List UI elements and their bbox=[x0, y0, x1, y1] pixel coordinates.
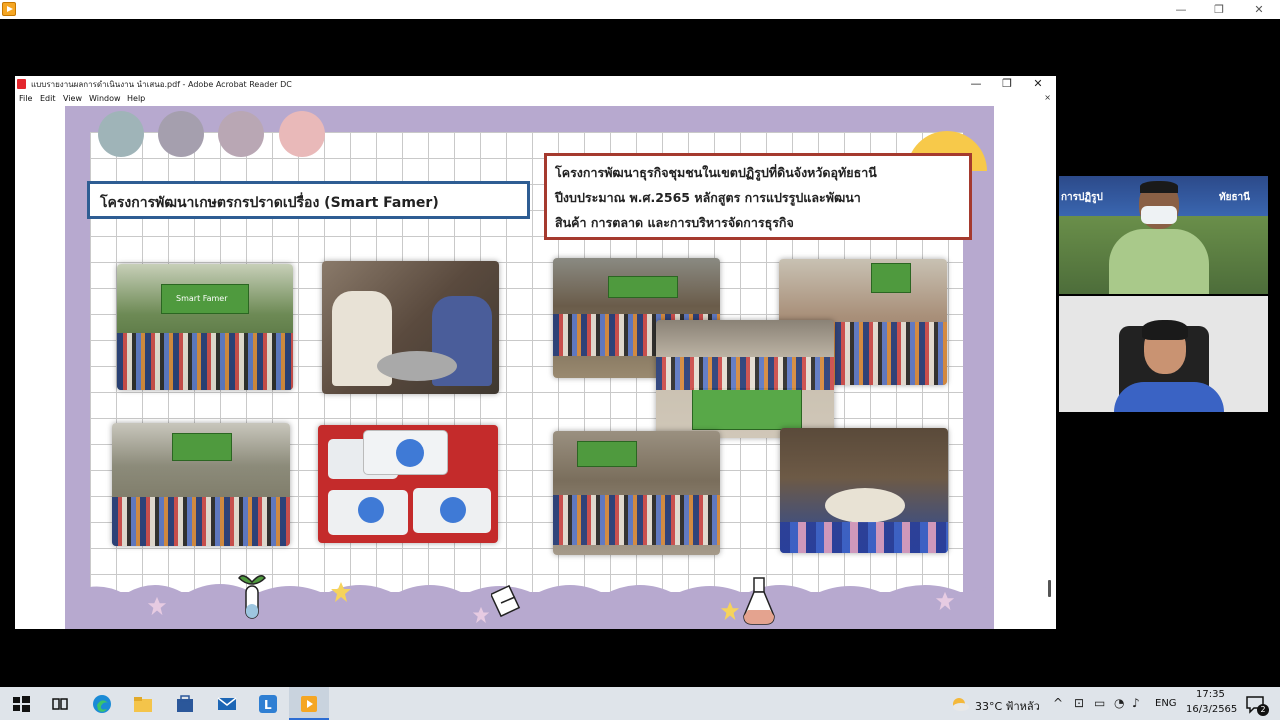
color-swatch bbox=[98, 111, 144, 157]
battery-icon[interactable]: ▭ bbox=[1094, 696, 1105, 710]
star-icon bbox=[935, 591, 955, 611]
player-maximize-button[interactable]: ❐ bbox=[1200, 0, 1238, 19]
media-player-icon[interactable] bbox=[298, 693, 320, 715]
photo-meeting-room bbox=[112, 423, 290, 546]
menu-help[interactable]: Help bbox=[127, 94, 145, 103]
photo-banner bbox=[577, 441, 637, 467]
player-title-bar: — ❐ ✕ bbox=[0, 0, 1280, 19]
star-icon bbox=[147, 596, 167, 616]
photo-people bbox=[780, 521, 948, 553]
mail-icon[interactable] bbox=[216, 693, 238, 715]
acrobat-title-bar: แบบรายงานผลการดำเนินงาน นำเสนอ.pdf - Ado… bbox=[15, 76, 1056, 92]
document-close-button[interactable]: × bbox=[1044, 93, 1051, 102]
photo-food-preparation bbox=[780, 428, 948, 553]
acrobat-restore-button[interactable]: ❐ bbox=[992, 76, 1022, 92]
photo-banner bbox=[608, 276, 678, 298]
windows-taskbar: L 33°C ฟ้าหลัว ^ ⊡ ▭ ◔ ♪ ENG 17:35 16/3/… bbox=[0, 687, 1280, 720]
star-icon bbox=[331, 582, 351, 602]
menu-window[interactable]: Window bbox=[89, 94, 121, 103]
slide-title-right-line: โครงการพัฒนาธุรกิจชุมชนในเขตปฏิรูปที่ดิน… bbox=[555, 165, 877, 180]
slide-title-left: โครงการพัฒนาเกษตรกรปราดเปรื่อง (Smart Fa… bbox=[87, 181, 530, 219]
acrobat-close-button[interactable]: ✕ bbox=[1023, 76, 1053, 92]
weather-icon[interactable] bbox=[948, 693, 970, 715]
chevron-up-icon[interactable]: ^ bbox=[1053, 696, 1063, 710]
slide-title-right-line: ปีงบประมาณ พ.ศ.2565 หลักสูตร การแปรรูปแล… bbox=[555, 190, 861, 205]
task-view-icon[interactable] bbox=[49, 693, 71, 715]
acrobat-window: แบบรายงานผลการดำเนินงาน นำเสนอ.pdf - Ado… bbox=[15, 76, 1056, 629]
volume-icon[interactable]: ♪ bbox=[1132, 696, 1140, 710]
clock-date[interactable]: 16/3/2565 bbox=[1186, 704, 1237, 715]
color-swatch bbox=[158, 111, 204, 157]
vertical-scrollbar-thumb[interactable] bbox=[1048, 580, 1051, 597]
flask-icon bbox=[743, 577, 775, 625]
color-swatch bbox=[279, 111, 325, 157]
slide-title-right-line: สินค้า การตลาด และการบริหารจัดการธุรกิจ bbox=[555, 215, 794, 230]
app-tray-icon[interactable]: ⊡ bbox=[1074, 696, 1084, 710]
menu-edit[interactable]: Edit bbox=[40, 94, 56, 103]
acrobat-menu-bar: File Edit View Window Help × bbox=[15, 92, 1056, 106]
player-minimize-button[interactable]: — bbox=[1162, 0, 1200, 19]
acrobat-minimize-button[interactable]: — bbox=[961, 76, 991, 92]
pdf-icon bbox=[17, 79, 26, 89]
photo-people bbox=[117, 333, 293, 390]
menu-file[interactable]: File bbox=[19, 94, 32, 103]
photo-banner bbox=[172, 433, 232, 461]
slide-page: โครงการพัฒนาเกษตรกรปราดเปรื่อง (Smart Fa… bbox=[65, 106, 994, 629]
line-app-icon[interactable]: L bbox=[257, 693, 279, 715]
player-app-icon bbox=[2, 2, 16, 16]
language-indicator[interactable]: ENG bbox=[1155, 698, 1177, 709]
test-tube-plant-icon bbox=[238, 575, 266, 619]
notification-badge: 2 bbox=[1257, 704, 1269, 716]
video-backdrop-text: การปฏิรูป bbox=[1061, 192, 1103, 203]
photo-workers-cooking bbox=[322, 261, 499, 394]
photo-group-smart-famer: Smart Famer bbox=[117, 264, 293, 390]
color-swatch bbox=[218, 111, 264, 157]
wifi-icon[interactable]: ◔ bbox=[1114, 696, 1124, 710]
edge-browser-icon[interactable] bbox=[91, 693, 113, 715]
participant-man-avatar bbox=[1104, 181, 1209, 294]
menu-view[interactable]: View bbox=[63, 94, 82, 103]
pipette-icon bbox=[491, 584, 521, 618]
photo-people bbox=[553, 495, 720, 545]
photo-product-boxes bbox=[318, 425, 498, 543]
photo-banner: Smart Famer bbox=[161, 284, 249, 314]
photo-people bbox=[656, 356, 834, 390]
video-backdrop-text-right: ทัยธานี bbox=[1219, 192, 1251, 203]
photo-banner-group bbox=[656, 320, 834, 438]
file-explorer-icon[interactable] bbox=[132, 693, 154, 715]
player-close-button[interactable]: ✕ bbox=[1240, 0, 1278, 19]
cloud-border-decoration bbox=[65, 584, 994, 629]
star-icon bbox=[720, 601, 740, 621]
photo-banner bbox=[692, 388, 802, 430]
photo-people bbox=[112, 496, 290, 546]
acrobat-window-title: แบบรายงานผลการดำเนินงาน นำเสนอ.pdf - Ado… bbox=[31, 80, 292, 89]
slide-title-left-text: โครงการพัฒนาเกษตรกรปราดเปรื่อง (Smart Fa… bbox=[100, 195, 439, 211]
slide-title-right: โครงการพัฒนาธุรกิจชุมชนในเขตปฏิรูปที่ดิน… bbox=[544, 153, 972, 240]
clock-time[interactable]: 17:35 bbox=[1196, 689, 1225, 700]
svg-text:L: L bbox=[264, 698, 272, 712]
photo-banner-text: Smart Famer bbox=[176, 294, 228, 303]
star-icon bbox=[472, 606, 490, 624]
photo-banner bbox=[871, 263, 911, 293]
video-participant-top[interactable]: การปฏิรูป ทัยธานี bbox=[1059, 176, 1268, 294]
weather-text[interactable]: 33°C ฟ้าหลัว bbox=[975, 697, 1040, 715]
video-participant-bottom[interactable] bbox=[1059, 296, 1268, 412]
photo-seated-group bbox=[553, 431, 720, 555]
windows-start-icon[interactable] bbox=[10, 693, 32, 715]
store-icon[interactable] bbox=[174, 693, 196, 715]
